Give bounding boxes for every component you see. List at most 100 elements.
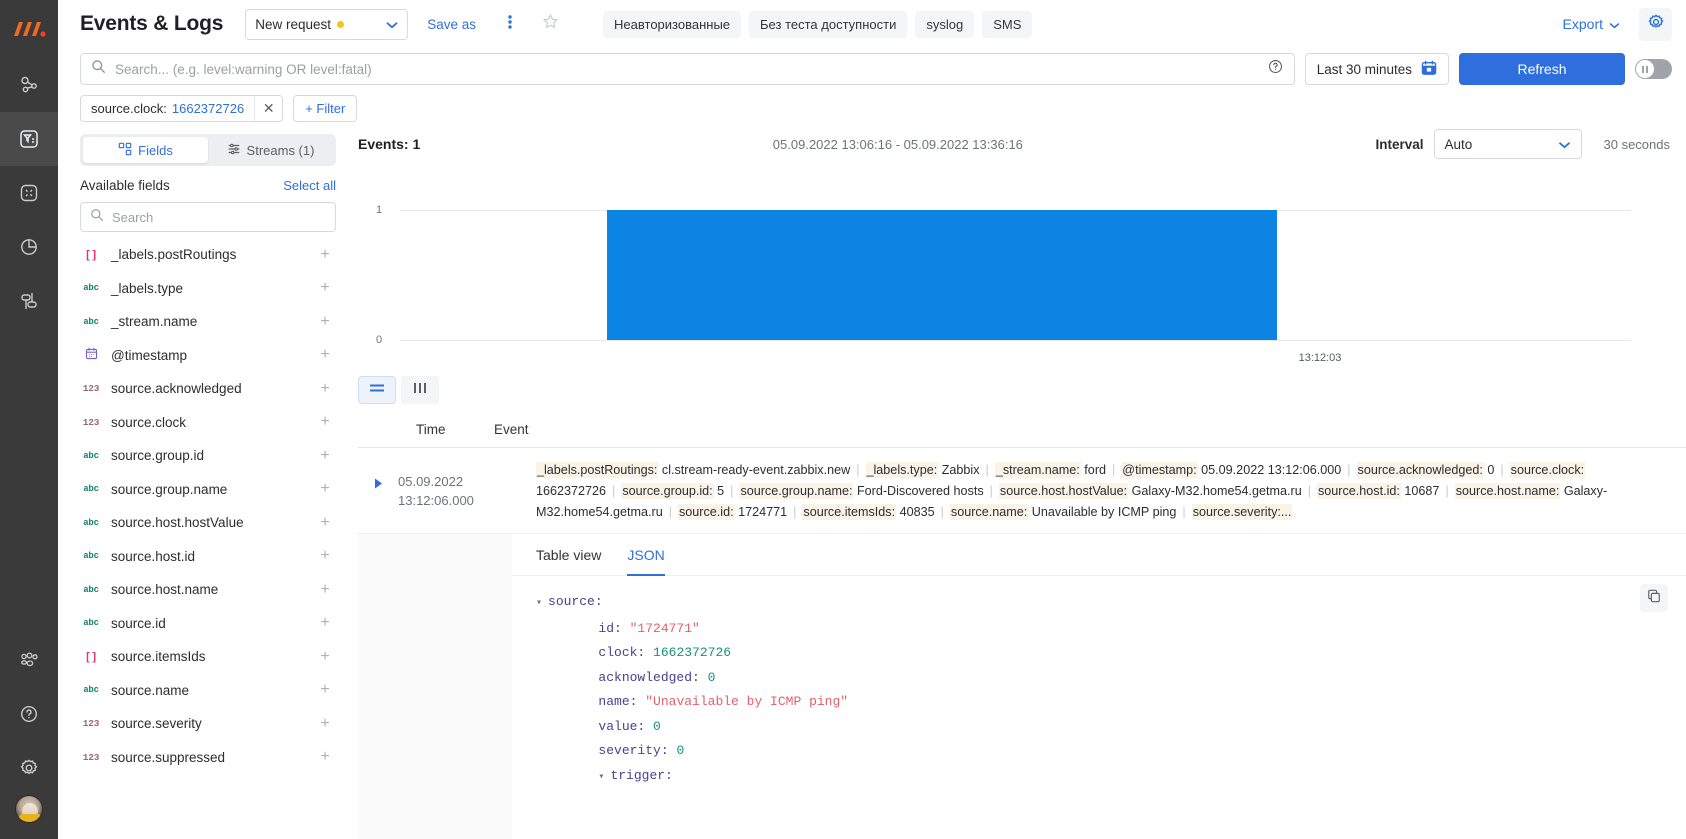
field-type-number-icon: 123 — [80, 417, 102, 428]
add-field-icon[interactable]: + — [318, 246, 332, 264]
field-type-array-icon: [ ] — [80, 651, 102, 663]
more-menu-button[interactable] — [495, 9, 525, 39]
add-field-icon[interactable]: + — [318, 447, 332, 465]
copy-json-button[interactable] — [1640, 584, 1668, 612]
field-item[interactable]: abcsource.group.name+ — [80, 473, 336, 507]
field-item[interactable]: [ ]source.itemsIds+ — [80, 640, 336, 674]
collapse-triangle-icon[interactable]: ▾ — [536, 598, 548, 609]
field-item[interactable]: @timestamp+ — [80, 339, 336, 373]
sidebar-item-streams[interactable] — [0, 274, 58, 328]
events-histogram[interactable]: 1 0 13:12:03 — [358, 168, 1686, 368]
refresh-button[interactable]: Refresh — [1459, 53, 1625, 85]
json-indent — [536, 768, 598, 783]
field-search-input[interactable] — [112, 210, 326, 225]
collapse-triangle-icon[interactable]: ▾ — [598, 772, 610, 783]
field-item[interactable]: abcsource.host.hostValue+ — [80, 506, 336, 540]
add-field-icon[interactable]: + — [318, 346, 332, 364]
json-key: name: — [598, 694, 637, 709]
add-filter-button[interactable]: + Filter — [293, 95, 357, 122]
field-item[interactable]: [ ]_labels.postRoutings+ — [80, 238, 336, 272]
field-item[interactable]: 123source.suppressed+ — [80, 741, 336, 775]
sidebar-item-settings[interactable] — [0, 741, 58, 795]
kv-key: @timestamp: — [1121, 462, 1197, 478]
sidebar-item-analytics[interactable] — [0, 220, 58, 274]
kv-key: source.acknowledged: — [1357, 462, 1484, 478]
field-item[interactable]: abc_labels.type+ — [80, 272, 336, 306]
add-field-icon[interactable]: + — [318, 648, 332, 666]
field-item[interactable]: 123source.clock+ — [80, 406, 336, 440]
field-name: source.suppressed — [111, 750, 309, 765]
add-field-icon[interactable]: + — [318, 514, 332, 532]
column-view-button[interactable] — [401, 376, 439, 404]
kv-value: Galaxy-M32.home54.getma.ru — [1128, 484, 1302, 498]
filter-chip-remove-icon[interactable]: ✕ — [254, 96, 282, 121]
filter-chip[interactable]: source.clock: 1662372726 ✕ — [80, 95, 283, 122]
interval-select[interactable]: Auto — [1434, 129, 1582, 159]
list-view-button[interactable] — [358, 376, 396, 404]
add-field-icon[interactable]: + — [318, 748, 332, 766]
search-help-icon[interactable] — [1267, 58, 1284, 80]
field-item[interactable]: 123source.severity+ — [80, 707, 336, 741]
monq-logo[interactable] — [0, 0, 58, 58]
field-item[interactable]: 123source.acknowledged+ — [80, 372, 336, 406]
avatar[interactable] — [15, 795, 43, 823]
tag-pill-0[interactable]: Неавторизованные — [603, 11, 741, 38]
field-item[interactable]: abcsource.host.name+ — [80, 573, 336, 607]
export-button[interactable]: Export — [1552, 9, 1631, 39]
autorefresh-toggle[interactable] — [1635, 59, 1672, 79]
pause-icon — [1636, 60, 1654, 78]
row-expand-caret[interactable] — [358, 460, 398, 523]
field-name: source.host.hostValue — [111, 515, 309, 530]
field-item[interactable]: abcsource.name+ — [80, 674, 336, 708]
add-field-icon[interactable]: + — [318, 413, 332, 431]
add-field-icon[interactable]: + — [318, 547, 332, 565]
available-fields-header: Available fields Select all — [80, 178, 336, 193]
app-settings-button[interactable] — [1639, 8, 1672, 41]
tag-pill-2[interactable]: syslog — [915, 11, 974, 38]
sidebar-item-automation[interactable] — [0, 166, 58, 220]
sidebar-item-topology[interactable] — [0, 58, 58, 112]
tab-streams[interactable]: Streams (1) — [208, 137, 333, 163]
field-item[interactable]: abcsource.group.id+ — [80, 439, 336, 473]
request-selector[interactable]: New request — [245, 9, 408, 40]
tab-fields[interactable]: Fields — [83, 137, 208, 163]
field-item[interactable]: abc_stream.name+ — [80, 305, 336, 339]
add-field-icon[interactable]: + — [318, 581, 332, 599]
select-all-link[interactable]: Select all — [283, 178, 336, 193]
chart-bar-0[interactable] — [607, 210, 1277, 340]
kv-separator: | — [984, 484, 999, 498]
add-field-icon[interactable]: + — [318, 480, 332, 498]
sidebar-item-events-logs[interactable] — [0, 112, 58, 166]
add-field-icon[interactable]: + — [318, 279, 332, 297]
users-icon — [17, 648, 41, 672]
saved-tag-pills: Неавторизованные Без теста доступности s… — [603, 11, 1032, 38]
save-as-button[interactable]: Save as — [418, 11, 485, 38]
table-row[interactable]: 05.09.2022 13:12:06.000 _labels.postRout… — [358, 448, 1686, 534]
field-type-number-icon: 123 — [80, 718, 102, 729]
tab-table-view[interactable]: Table view — [536, 534, 601, 576]
sidebar-item-help[interactable] — [0, 687, 58, 741]
field-item[interactable]: abcsource.id+ — [80, 607, 336, 641]
field-search-box[interactable] — [80, 202, 336, 232]
json-indent — [536, 694, 598, 709]
favorite-button[interactable] — [535, 9, 565, 39]
field-type-string-icon: abc — [80, 451, 102, 461]
json-indent — [536, 621, 598, 636]
add-field-icon[interactable]: + — [318, 313, 332, 331]
search-box[interactable] — [80, 53, 1295, 85]
time-range-picker[interactable]: Last 30 minutes — [1305, 53, 1449, 85]
search-input[interactable] — [115, 62, 1258, 77]
add-field-icon[interactable]: + — [318, 614, 332, 632]
copy-icon — [1647, 589, 1661, 608]
kv-value: 05.09.2022 13:12:06.000 — [1198, 463, 1342, 477]
json-line: ▾ source: — [536, 590, 1662, 617]
tag-pill-3[interactable]: SMS — [982, 11, 1032, 38]
field-item[interactable]: abcsource.host.id+ — [80, 540, 336, 574]
add-field-icon[interactable]: + — [318, 715, 332, 733]
left-nav-rail — [0, 0, 58, 839]
add-field-icon[interactable]: + — [318, 681, 332, 699]
tag-pill-1[interactable]: Без теста доступности — [749, 11, 907, 38]
add-field-icon[interactable]: + — [318, 380, 332, 398]
tab-json[interactable]: JSON — [627, 534, 664, 576]
sidebar-item-users[interactable] — [0, 633, 58, 687]
